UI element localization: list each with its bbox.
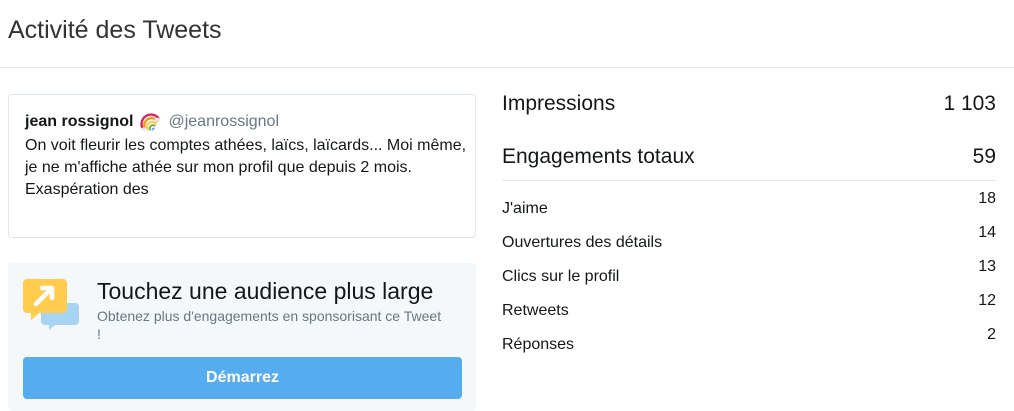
start-promotion-button[interactable]: Démarrez bbox=[23, 357, 462, 399]
impressions-value: 1 103 bbox=[943, 92, 996, 115]
stats-divider bbox=[502, 180, 996, 181]
stat-row-profile-clicks: Clics sur le profil 13 bbox=[502, 258, 996, 288]
tweet-header: jean rossignol @jeanrossignol bbox=[25, 113, 279, 131]
stat-row-retweets: Retweets 12 bbox=[502, 292, 996, 322]
tweet-text: On voit fleurir les comptes athées, laïc… bbox=[25, 137, 467, 198]
stat-value: 14 bbox=[978, 224, 996, 241]
page-title: Activité des Tweets bbox=[8, 16, 222, 44]
stats-panel: Impressions 1 103 Engagements totaux 59 … bbox=[502, 0, 996, 411]
promote-panel: Touchez une audience plus large Obtenez … bbox=[8, 263, 476, 411]
author-name[interactable]: jean rossignol bbox=[25, 113, 133, 131]
stat-label: Clics sur le profil bbox=[502, 268, 620, 285]
rainbow-icon bbox=[140, 113, 162, 131]
stat-label: Ouvertures des détails bbox=[502, 234, 663, 251]
impressions-label: Impressions bbox=[502, 92, 616, 115]
stat-value: 12 bbox=[978, 292, 996, 309]
impressions-stat: Impressions 1 103 bbox=[502, 92, 996, 116]
stat-label: J'aime bbox=[502, 200, 548, 217]
stat-label: Réponses bbox=[502, 336, 575, 353]
engagements-label: Engagements totaux bbox=[502, 145, 695, 168]
promote-title: Touchez une audience plus large bbox=[97, 278, 434, 304]
stat-row-replies: Réponses 2 bbox=[502, 326, 996, 356]
stat-label: Retweets bbox=[502, 302, 569, 319]
stat-value: 18 bbox=[978, 190, 996, 207]
author-handle[interactable]: @jeanrossignol bbox=[168, 113, 279, 131]
promote-arrow-chat-icon bbox=[23, 279, 79, 331]
stat-value: 13 bbox=[978, 258, 996, 275]
engagements-value: 59 bbox=[972, 145, 996, 168]
stat-row-likes: J'aime 18 bbox=[502, 190, 996, 220]
stat-row-detail-expands: Ouvertures des détails 14 bbox=[502, 224, 996, 254]
engagements-stat: Engagements totaux 59 bbox=[502, 145, 996, 169]
tweet-card[interactable]: jean rossignol @jeanrossignol On voit fl… bbox=[8, 94, 476, 238]
promote-subtitle: Obtenez plus d'engagements en sponsorisa… bbox=[97, 308, 442, 342]
stat-value: 2 bbox=[987, 326, 996, 343]
